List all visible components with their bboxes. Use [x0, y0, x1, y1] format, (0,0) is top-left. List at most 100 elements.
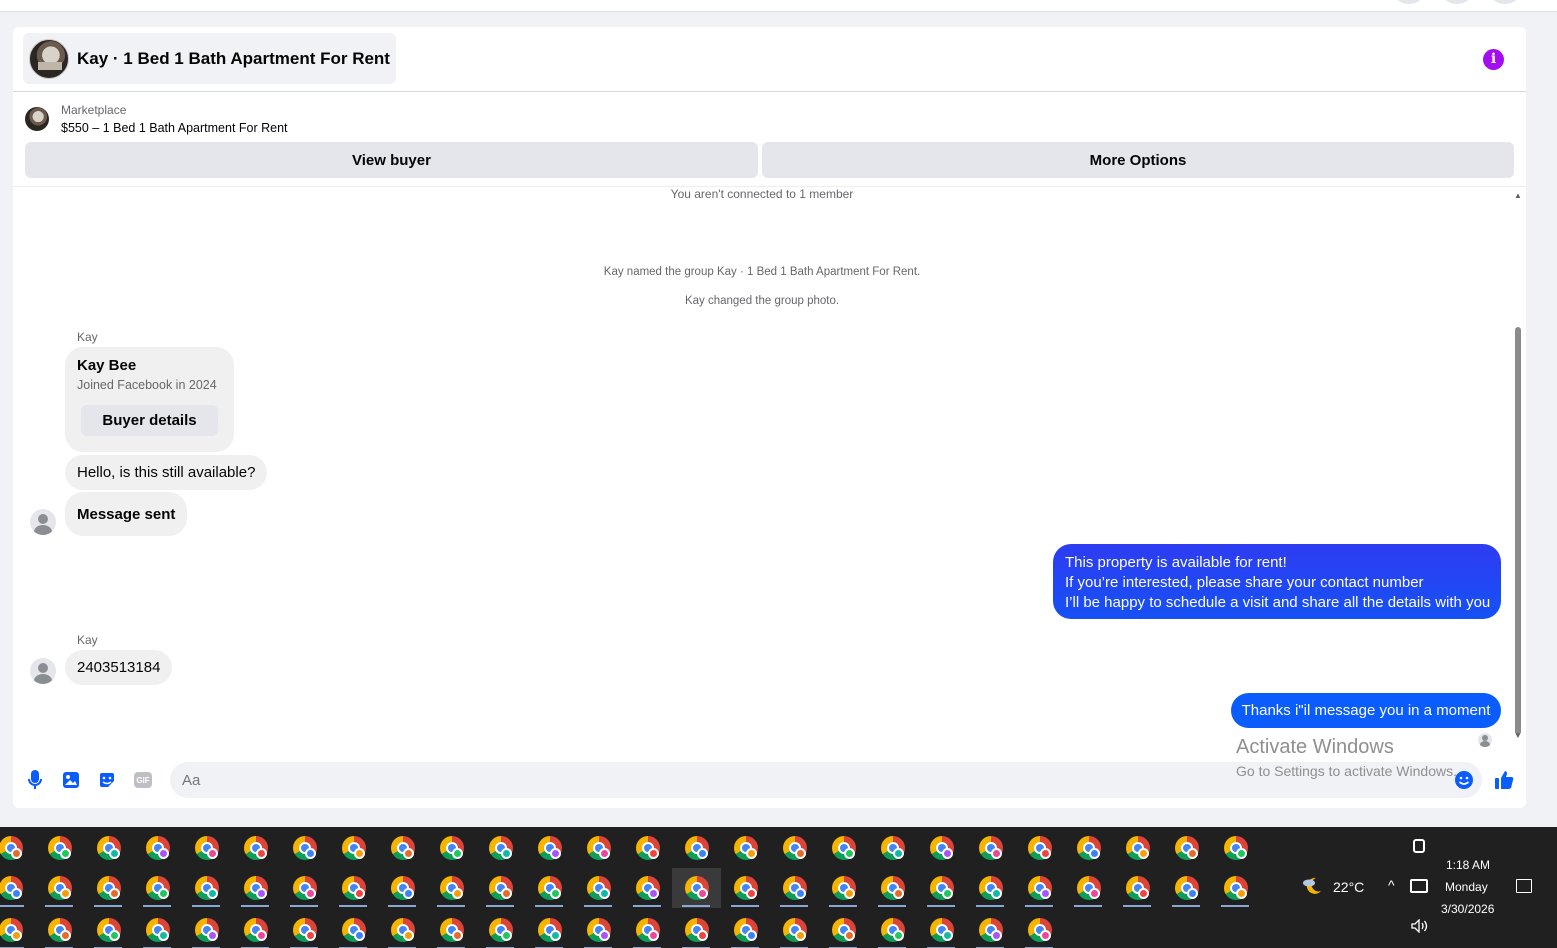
chrome-icon[interactable] — [868, 828, 917, 868]
chrome-icon[interactable] — [133, 910, 182, 948]
chrome-icon[interactable] — [819, 910, 868, 948]
notification-icon[interactable] — [1516, 879, 1532, 893]
meet-now-icon[interactable] — [1413, 839, 1425, 853]
chrome-icon[interactable] — [0, 828, 35, 868]
chrome-icon[interactable] — [525, 910, 574, 948]
chrome-icon[interactable] — [1211, 868, 1260, 908]
chrome-icon[interactable] — [623, 828, 672, 868]
chrome-icon[interactable] — [770, 828, 819, 868]
gif-icon[interactable]: GIF — [133, 770, 153, 790]
sticker-icon[interactable] — [97, 770, 117, 790]
chrome-icon[interactable] — [672, 868, 721, 908]
chrome-icon[interactable] — [378, 910, 427, 948]
chrome-icon[interactable] — [427, 910, 476, 948]
like-icon[interactable] — [1494, 770, 1514, 790]
emoji-icon[interactable] — [1454, 770, 1474, 790]
chrome-icon[interactable] — [378, 868, 427, 908]
chrome-icon[interactable] — [35, 828, 84, 868]
chrome-icon[interactable] — [476, 910, 525, 948]
top-nav-button[interactable] — [1444, 0, 1470, 4]
view-buyer-button[interactable]: View buyer — [25, 142, 758, 178]
scroll-up-arrow[interactable]: ▲ — [1514, 191, 1522, 200]
chrome-icon[interactable] — [378, 828, 427, 868]
info-icon[interactable]: i — [1483, 49, 1504, 70]
chrome-icon[interactable] — [84, 828, 133, 868]
chrome-icon[interactable] — [525, 868, 574, 908]
chrome-icon[interactable] — [721, 868, 770, 908]
chrome-icon[interactable] — [329, 910, 378, 948]
chrome-icon[interactable] — [917, 868, 966, 908]
network-icon[interactable] — [1410, 879, 1428, 893]
chrome-icon[interactable] — [0, 868, 35, 908]
marketplace-listing[interactable]: Marketplace $550 – 1 Bed 1 Bath Apartmen… — [25, 103, 288, 135]
clock-time[interactable]: 1:18 AM — [1446, 858, 1490, 872]
chrome-icon[interactable] — [329, 868, 378, 908]
weather-temperature[interactable]: 22°C — [1333, 879, 1364, 895]
chrome-icon[interactable] — [1211, 828, 1260, 868]
chrome-icon[interactable] — [917, 910, 966, 948]
chrome-icon[interactable] — [35, 868, 84, 908]
chrome-icon[interactable] — [966, 828, 1015, 868]
chrome-icon[interactable] — [770, 868, 819, 908]
microphone-icon[interactable] — [25, 770, 45, 790]
chrome-icon[interactable] — [427, 868, 476, 908]
chrome-icon[interactable] — [280, 868, 329, 908]
message-scrollbar[interactable]: ▲ ▼ — [1514, 191, 1522, 740]
chrome-icon[interactable] — [231, 868, 280, 908]
chrome-icon[interactable] — [1015, 868, 1064, 908]
chrome-icon[interactable] — [574, 868, 623, 908]
chrome-icon[interactable] — [1113, 828, 1162, 868]
chrome-icon[interactable] — [623, 910, 672, 948]
scroll-down-arrow[interactable]: ▼ — [1514, 731, 1522, 740]
top-nav-button[interactable] — [1396, 0, 1422, 4]
message-list[interactable]: You aren't connected to 1 member Kay nam… — [13, 186, 1526, 747]
chrome-icon[interactable] — [182, 868, 231, 908]
chrome-icon[interactable] — [966, 910, 1015, 948]
chrome-icon[interactable] — [966, 868, 1015, 908]
chrome-icon[interactable] — [231, 910, 280, 948]
top-nav-avatar[interactable] — [1492, 0, 1518, 4]
chrome-icon[interactable] — [133, 868, 182, 908]
more-options-button[interactable]: More Options — [762, 142, 1514, 178]
chrome-icon[interactable] — [917, 828, 966, 868]
chrome-icon[interactable] — [770, 910, 819, 948]
chrome-icon[interactable] — [35, 910, 84, 948]
chrome-icon[interactable] — [1015, 828, 1064, 868]
chrome-icon[interactable] — [1064, 828, 1113, 868]
chrome-icon[interactable] — [1113, 868, 1162, 908]
chrome-icon[interactable] — [133, 828, 182, 868]
chrome-icon[interactable] — [721, 828, 770, 868]
chrome-icon[interactable] — [672, 910, 721, 948]
chrome-icon[interactable] — [868, 910, 917, 948]
message-bubble-incoming[interactable]: Hello, is this still available? — [65, 455, 268, 490]
message-bubble-outgoing[interactable]: This property is available for rent! If … — [1053, 544, 1501, 619]
chat-title-button[interactable]: Kay · 1 Bed 1 Bath Apartment For Rent — [23, 33, 396, 84]
chrome-icon[interactable] — [0, 910, 35, 948]
chrome-icon[interactable] — [721, 910, 770, 948]
clock-day[interactable]: Monday — [1445, 880, 1488, 894]
chrome-icon[interactable] — [427, 828, 476, 868]
chrome-icon[interactable] — [623, 868, 672, 908]
sender-avatar[interactable] — [30, 509, 56, 535]
chrome-icon[interactable] — [182, 828, 231, 868]
message-bubble-incoming[interactable]: 2403513184 — [65, 650, 173, 685]
chrome-icon[interactable] — [476, 828, 525, 868]
chrome-icon[interactable] — [574, 828, 623, 868]
scroll-thumb[interactable] — [1515, 327, 1521, 735]
chrome-icon[interactable] — [280, 910, 329, 948]
clock-date[interactable]: 3/30/2026 — [1441, 902, 1494, 916]
message-bubble-outgoing[interactable]: Thanks i"il message you in a moment — [1231, 693, 1501, 728]
chrome-icon[interactable] — [84, 868, 133, 908]
chrome-icon[interactable] — [182, 910, 231, 948]
message-input[interactable] — [170, 762, 1482, 798]
buyer-details-button[interactable]: Buyer details — [81, 405, 218, 436]
chrome-icon[interactable] — [819, 828, 868, 868]
chrome-icon[interactable] — [525, 828, 574, 868]
chrome-icon[interactable] — [280, 828, 329, 868]
message-bubble-incoming[interactable]: Message sent — [65, 492, 188, 536]
chrome-icon[interactable] — [1015, 910, 1064, 948]
chrome-icon[interactable] — [819, 868, 868, 908]
volume-icon[interactable] — [1411, 918, 1429, 938]
sender-avatar[interactable] — [30, 658, 56, 684]
chrome-icon[interactable] — [1162, 868, 1211, 908]
